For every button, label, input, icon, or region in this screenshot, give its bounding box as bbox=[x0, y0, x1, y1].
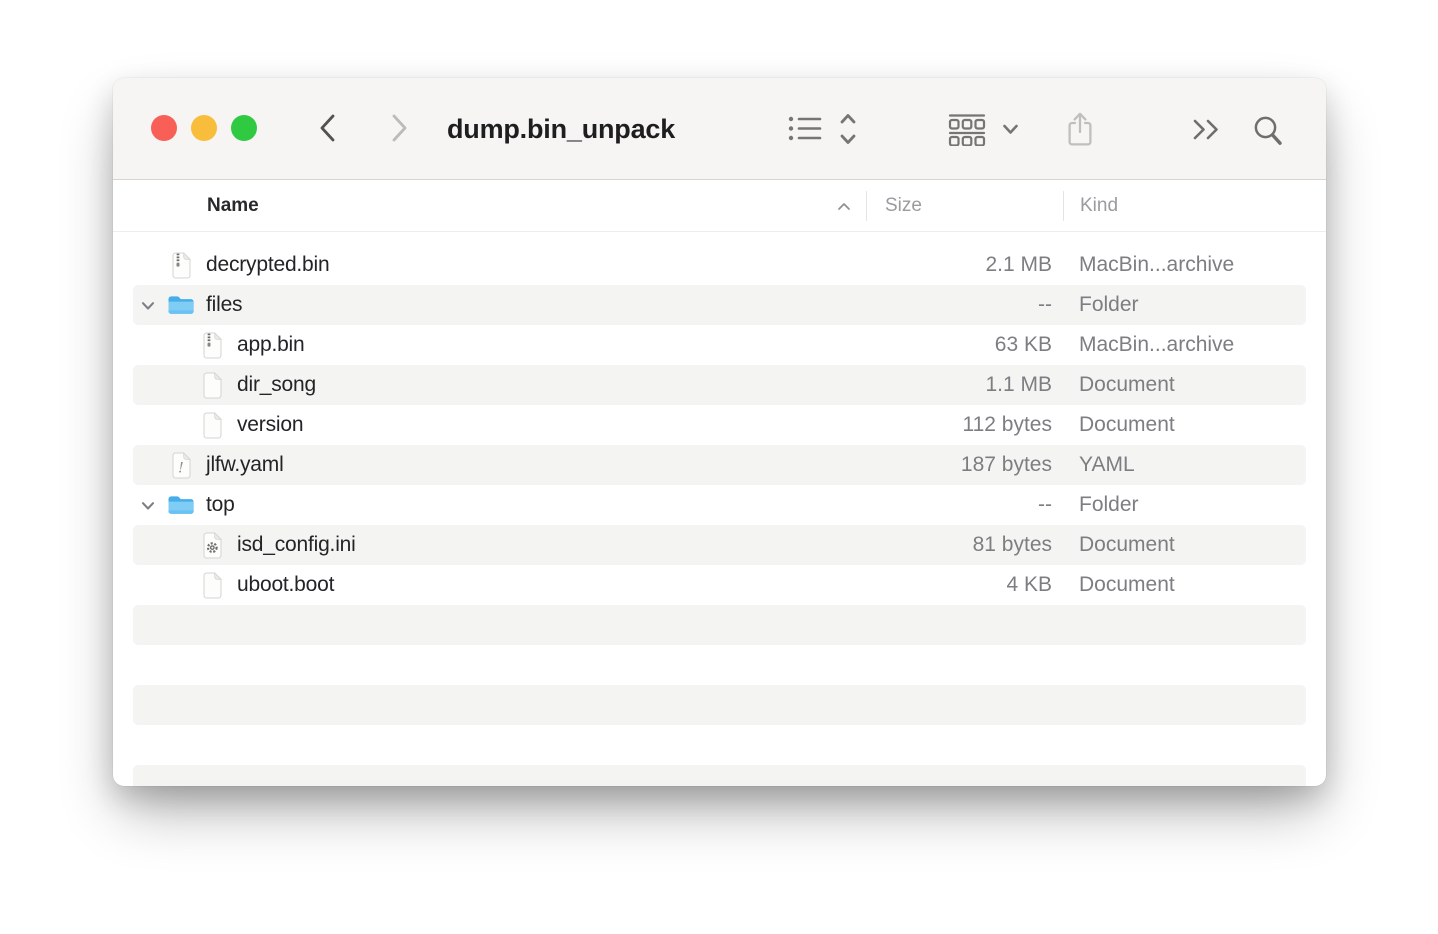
disclosure-chevron-icon[interactable] bbox=[141, 301, 155, 311]
file-icon: ! bbox=[198, 571, 226, 599]
view-toggle-button[interactable] bbox=[839, 112, 857, 146]
file-icon: ! bbox=[198, 531, 226, 559]
file-icon: ! bbox=[167, 251, 195, 279]
column-header-kind[interactable]: Kind bbox=[1080, 180, 1118, 232]
file-name: uboot.boot bbox=[237, 573, 334, 597]
file-kind: Document bbox=[1079, 525, 1175, 565]
traffic-lights bbox=[151, 115, 257, 141]
column-header-row: Name Size Kind bbox=[113, 180, 1326, 232]
column-header-name[interactable]: Name bbox=[207, 180, 259, 232]
file-icon: ! bbox=[198, 371, 226, 399]
table-row[interactable]: ! top -- Folder bbox=[133, 485, 1306, 525]
empty-row[interactable]: ! bbox=[133, 725, 1306, 765]
file-name: jlfw.yaml bbox=[206, 453, 284, 477]
search-button[interactable] bbox=[1252, 115, 1285, 148]
file-size: 2.1 MB bbox=[985, 245, 1052, 285]
file-icon: ! bbox=[167, 291, 195, 319]
empty-row[interactable]: ! bbox=[133, 685, 1306, 725]
table-row[interactable]: ! dir_song 1.1 MB Document bbox=[133, 365, 1306, 405]
file-icon: ! bbox=[198, 331, 226, 359]
group-by-button[interactable] bbox=[947, 113, 987, 146]
table-row[interactable]: ! isd_config.ini 81 bytes Document bbox=[133, 525, 1306, 565]
window-title: dump.bin_unpack bbox=[447, 78, 675, 180]
minimize-button[interactable] bbox=[191, 115, 217, 141]
file-kind: MacBin...archive bbox=[1079, 245, 1234, 285]
file-icon: ! bbox=[198, 411, 226, 439]
forward-chevron-icon bbox=[388, 131, 410, 146]
double-chevron-right-icon bbox=[1192, 129, 1222, 144]
table-row[interactable]: ! app.bin 63 KB MacBin...archive bbox=[133, 325, 1306, 365]
file-size: 4 KB bbox=[1006, 565, 1052, 605]
desktop-background: dump.bin_unpack bbox=[0, 0, 1438, 934]
file-kind: Document bbox=[1079, 365, 1175, 405]
file-name: isd_config.ini bbox=[237, 533, 356, 557]
column-resize-handle[interactable] bbox=[1063, 191, 1064, 221]
file-name: dir_song bbox=[237, 373, 316, 397]
search-icon bbox=[1252, 136, 1285, 151]
file-size: 187 bytes bbox=[961, 445, 1052, 485]
more-toolbar-items-button[interactable] bbox=[1192, 118, 1222, 141]
file-name: app.bin bbox=[237, 333, 305, 357]
up-down-chevrons-icon bbox=[839, 134, 857, 149]
close-button[interactable] bbox=[151, 115, 177, 141]
file-kind: Folder bbox=[1079, 285, 1139, 325]
file-name: version bbox=[237, 413, 303, 437]
group-grid-icon bbox=[947, 134, 987, 149]
file-list: ! decrypted.bin 2.1 MB MacBin...archive bbox=[113, 232, 1326, 786]
table-row[interactable]: ! files -- Folder bbox=[133, 285, 1306, 325]
file-size: 63 KB bbox=[995, 325, 1052, 365]
toolbar: dump.bin_unpack bbox=[113, 78, 1326, 180]
share-button[interactable] bbox=[1065, 111, 1095, 147]
table-row[interactable]: ! version 112 bytes Document bbox=[133, 405, 1306, 445]
column-resize-handle[interactable] bbox=[866, 191, 867, 221]
share-icon bbox=[1065, 135, 1095, 150]
back-chevron-icon bbox=[317, 131, 339, 146]
sort-ascending-icon bbox=[837, 202, 851, 211]
group-by-chevron-button[interactable] bbox=[1002, 124, 1019, 135]
file-kind: Document bbox=[1079, 565, 1175, 605]
disclosure-chevron-icon[interactable] bbox=[141, 501, 155, 511]
zoom-button[interactable] bbox=[231, 115, 257, 141]
table-row[interactable]: ! jlfw.yaml 187 bytes YAML bbox=[133, 445, 1306, 485]
file-name: decrypted.bin bbox=[206, 253, 329, 277]
file-size: -- bbox=[1038, 485, 1052, 525]
file-size: 1.1 MB bbox=[985, 365, 1052, 405]
chevron-down-icon bbox=[1002, 123, 1019, 138]
file-size: -- bbox=[1038, 285, 1052, 325]
finder-window: dump.bin_unpack bbox=[113, 78, 1326, 786]
table-row[interactable]: ! decrypted.bin 2.1 MB MacBin...archive bbox=[133, 245, 1306, 285]
file-size: 81 bytes bbox=[973, 525, 1052, 565]
file-name: files bbox=[206, 293, 242, 317]
list-view-icon bbox=[787, 132, 823, 147]
file-kind: MacBin...archive bbox=[1079, 325, 1234, 365]
empty-row[interactable]: ! bbox=[133, 645, 1306, 685]
empty-row[interactable]: ! bbox=[133, 605, 1306, 645]
file-name: top bbox=[206, 493, 235, 517]
file-icon: ! bbox=[167, 491, 195, 519]
file-kind: YAML bbox=[1079, 445, 1135, 485]
file-size: 112 bytes bbox=[962, 405, 1052, 445]
table-row[interactable]: ! uboot.boot 4 KB Document bbox=[133, 565, 1306, 605]
empty-row[interactable]: ! bbox=[133, 765, 1306, 786]
file-kind: Document bbox=[1079, 405, 1175, 445]
forward-button[interactable] bbox=[387, 113, 411, 145]
svg-text:!: ! bbox=[178, 460, 184, 476]
column-header-size[interactable]: Size bbox=[885, 180, 922, 232]
file-icon: ! bbox=[167, 451, 195, 479]
file-kind: Folder bbox=[1079, 485, 1139, 525]
list-view-button[interactable] bbox=[787, 114, 823, 144]
back-button[interactable] bbox=[316, 113, 340, 145]
